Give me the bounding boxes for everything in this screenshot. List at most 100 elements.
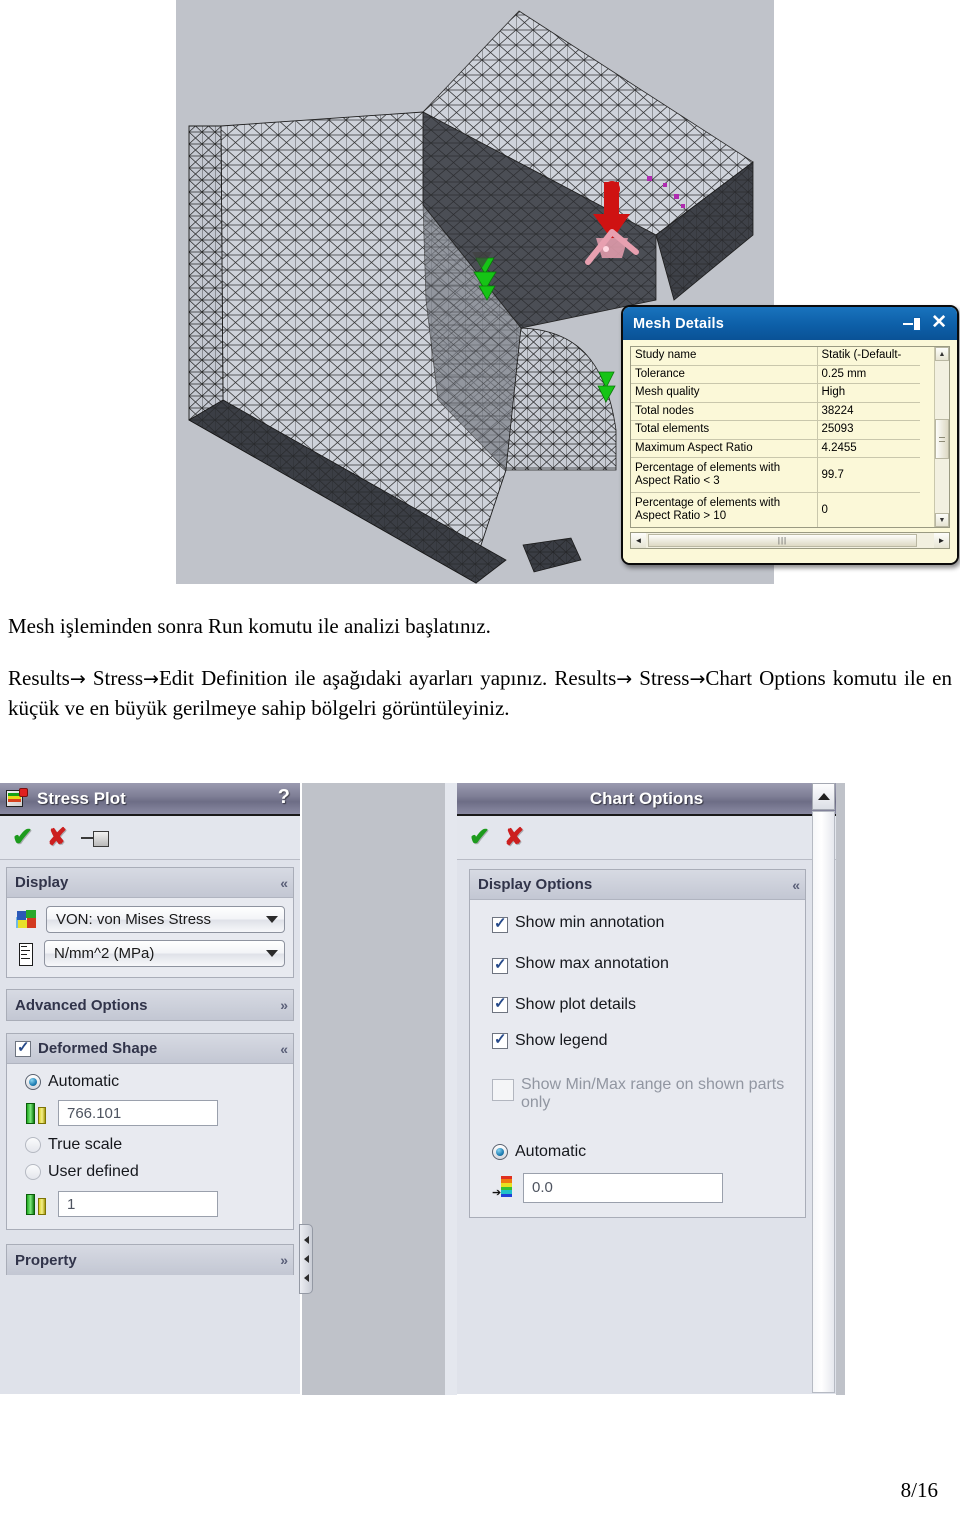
display-group-header[interactable]: Display «: [7, 868, 293, 898]
automatic-radio[interactable]: [492, 1143, 508, 1160]
user-defined-radio[interactable]: [25, 1164, 41, 1180]
viewport-strip-left: [302, 783, 445, 1395]
viewport-strip-gap: [445, 783, 457, 1395]
mesh-details-vscrollbar[interactable]: ▲ ▼: [934, 347, 949, 527]
automatic-radio[interactable]: [25, 1074, 41, 1090]
chevron-down-icon[interactable]: »: [280, 1252, 288, 1268]
row-key: Percentage of elements with Aspect Ratio…: [631, 457, 818, 494]
row-key: Mesh quality: [631, 383, 818, 403]
deformed-shape-group: Deformed Shape « Automatic 766.101 True …: [6, 1033, 294, 1230]
show-plot-details-row: Show plot details: [492, 994, 797, 1014]
automatic-label: Automatic: [515, 1142, 587, 1160]
chart-options-panel[interactable]: Chart Options ? ✔ ✘ Display Options « Sh…: [457, 783, 836, 1394]
component-value: VON: von Mises Stress: [56, 911, 212, 928]
paragraph-1: Mesh işleminden sonra Run komutu ile ana…: [8, 614, 491, 638]
advanced-options-header[interactable]: Advanced Options »: [7, 990, 293, 1020]
chevron-up-icon[interactable]: «: [280, 875, 288, 891]
show-min-annotation-checkbox[interactable]: [492, 914, 508, 933]
vscroll-thumb[interactable]: [935, 419, 949, 459]
component-row: VON: von Mises Stress: [15, 906, 285, 933]
row-key: Tolerance: [631, 365, 818, 385]
automatic-row: Automatic: [25, 1073, 285, 1091]
mesh-details-body: Study name Statik (-Default- Tolerance 0…: [623, 340, 957, 563]
user-defined-scale-input[interactable]: 1: [58, 1191, 218, 1217]
help-icon[interactable]: ?: [278, 786, 290, 809]
row-value: 4.2455: [817, 439, 920, 459]
scroll-track[interactable]: [812, 811, 835, 1393]
mesh-details-hscrollbar[interactable]: ◄ ||| ►: [630, 532, 950, 549]
arrow-left-icon: [303, 1274, 309, 1283]
stress-term-1: Stress: [85, 665, 144, 690]
component-combo[interactable]: VON: von Mises Stress: [46, 906, 285, 933]
show-plot-details-checkbox[interactable]: [492, 994, 508, 1013]
advanced-options-group: Advanced Options »: [6, 989, 294, 1021]
true-scale-radio[interactable]: [25, 1137, 41, 1153]
automatic-label: Automatic: [48, 1073, 120, 1090]
property-label: Property: [15, 1251, 77, 1269]
page-number: 8/16: [900, 1478, 938, 1502]
hscroll-thumb[interactable]: |||: [648, 534, 917, 547]
show-min-annotation-row: Show min annotation: [492, 914, 797, 933]
mesh-details-titlebar: Mesh Details ✕: [623, 307, 957, 340]
display-options-body: Show min annotation Show max annotation …: [470, 900, 805, 1217]
scroll-down-glyph: ▼: [938, 516, 946, 524]
viewport-strip-right: [836, 783, 845, 1395]
deformed-shape-label: Deformed Shape: [38, 1040, 158, 1057]
show-minmax-range-row: Show Min/Max range on shown parts only: [492, 1076, 797, 1113]
ok-button[interactable]: ✔: [469, 825, 490, 850]
scale-bars-icon: [25, 1101, 51, 1125]
chevron-up-icon[interactable]: «: [280, 1041, 288, 1057]
stress-plot-panel[interactable]: Stress Plot ? ✔ ✘ Display « VON: von Mis…: [0, 783, 313, 1394]
chevron-down-icon[interactable]: »: [280, 997, 288, 1013]
chart-options-scrollbar[interactable]: [812, 783, 835, 1393]
ok-button[interactable]: ✔: [12, 825, 33, 850]
property-group: Property »: [6, 1244, 294, 1275]
plot-component-icon: [15, 909, 39, 931]
show-minmax-range-checkbox[interactable]: [492, 1079, 514, 1101]
chevron-down-icon: [266, 916, 278, 923]
scroll-down-icon[interactable]: ▼: [935, 513, 949, 527]
display-options-header[interactable]: Display Options «: [470, 870, 805, 900]
display-group-label: Display: [15, 874, 69, 891]
pin-icon[interactable]: [903, 315, 923, 333]
show-minmax-range-label: Show Min/Max range on shown parts only: [521, 1076, 785, 1112]
scroll-up-icon[interactable]: [812, 783, 835, 810]
arrow-icon: →: [616, 667, 633, 690]
table-row: Percentage of elements with Aspect Ratio…: [631, 492, 920, 527]
cancel-button[interactable]: ✘: [47, 825, 67, 850]
units-icon: [15, 942, 37, 966]
pushpin-icon[interactable]: [81, 830, 111, 847]
show-max-annotation-checkbox[interactable]: [492, 955, 508, 974]
table-row: Mesh quality High: [631, 383, 920, 403]
row-key: Total nodes: [631, 402, 818, 422]
chevron-up-icon[interactable]: «: [792, 877, 800, 893]
chart-options-toolbar: ✔ ✘: [457, 816, 836, 860]
display-group: Display « VON: von Mises Stress N/mm^2 (…: [6, 867, 294, 978]
row-value: High: [817, 383, 920, 403]
panel-expand-handle[interactable]: [299, 1224, 313, 1294]
cancel-button[interactable]: ✘: [504, 825, 524, 850]
position-input[interactable]: 0.0: [523, 1172, 723, 1203]
mesh-details-table-wrap: Study name Statik (-Default- Tolerance 0…: [630, 346, 950, 528]
mesh-details-dialog[interactable]: Mesh Details ✕ Study name Statik (-Defau…: [621, 305, 959, 565]
chart-options-title: Chart Options: [589, 788, 704, 808]
deformed-shape-header[interactable]: Deformed Shape «: [7, 1034, 293, 1064]
arrow-icon: →: [143, 667, 159, 690]
units-combo[interactable]: N/mm^2 (MPa): [44, 940, 285, 967]
row-key: Study name: [631, 347, 818, 366]
close-icon[interactable]: ✕: [931, 313, 949, 335]
deformed-shape-checkbox[interactable]: [15, 1038, 31, 1057]
arrow-icon: →: [689, 667, 706, 690]
show-legend-checkbox[interactable]: [492, 1030, 508, 1049]
table-row: Percentage of elements with Aspect Ratio…: [631, 457, 920, 494]
property-header[interactable]: Property »: [7, 1245, 293, 1275]
scroll-up-icon[interactable]: ▲: [935, 347, 949, 361]
scroll-left-icon[interactable]: ◄: [631, 533, 646, 548]
automatic-scale-input[interactable]: 766.101: [58, 1100, 218, 1126]
edit-definition-term: Edit Definition ile aşağıdaki ayarları y…: [158, 665, 617, 690]
paragraph-2: Results→ Stress→Edit Definition ile aşağ…: [8, 664, 952, 724]
automatic-value-row: 766.101: [25, 1100, 285, 1126]
scroll-right-icon[interactable]: ►: [934, 533, 949, 548]
row-value: 38224: [817, 402, 920, 422]
true-scale-row: True scale: [25, 1136, 285, 1154]
